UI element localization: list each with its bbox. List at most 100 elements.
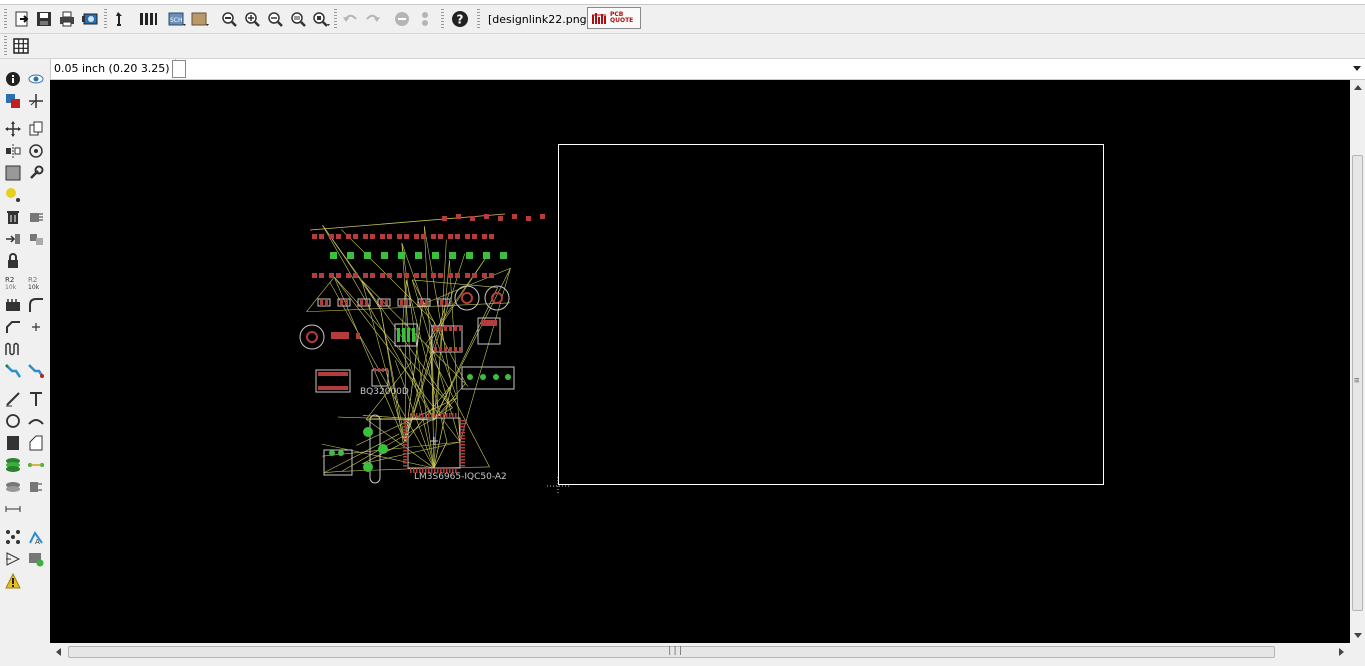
- group-icon[interactable]: [3, 163, 23, 183]
- led-pad: [449, 252, 456, 259]
- board-canvas[interactable]: LM3S6965-IQC50-A2 BQ32000D: [50, 80, 1350, 643]
- zoom-select-icon[interactable]: [310, 8, 332, 30]
- change-icon[interactable]: [26, 163, 46, 183]
- display-layers-icon[interactable]: [3, 91, 23, 111]
- ic-pad: [402, 328, 405, 342]
- ic-pad: [449, 347, 452, 352]
- undo-icon[interactable]: [339, 8, 361, 30]
- toolbar-grip[interactable]: [4, 9, 7, 29]
- scroll-up-icon[interactable]: [1354, 85, 1362, 90]
- circle-icon[interactable]: [3, 411, 23, 431]
- mcu-pin: [419, 413, 421, 418]
- via-icon[interactable]: [3, 455, 23, 475]
- ulp-icon[interactable]: [137, 8, 159, 30]
- smd-pad: [489, 234, 494, 239]
- go-icon[interactable]: [414, 8, 436, 30]
- miter-icon[interactable]: [26, 295, 46, 315]
- help-icon[interactable]: ?: [449, 8, 471, 30]
- scroll-left-icon[interactable]: [56, 648, 61, 656]
- add-icon[interactable]: [26, 207, 46, 227]
- drc-icon[interactable]: [3, 549, 23, 569]
- split-icon[interactable]: [3, 317, 23, 337]
- cam-icon[interactable]: [79, 8, 101, 30]
- print-icon[interactable]: [56, 8, 78, 30]
- smd-pad: [397, 273, 402, 278]
- script-icon[interactable]: [108, 8, 130, 30]
- signal-icon[interactable]: [26, 455, 46, 475]
- smd-pad: [512, 214, 517, 219]
- info-icon[interactable]: [3, 69, 23, 89]
- attribute-icon[interactable]: [26, 477, 46, 497]
- hole-icon[interactable]: [3, 477, 23, 497]
- erc-icon[interactable]: [26, 549, 46, 569]
- meander-icon[interactable]: [3, 339, 23, 359]
- optimize-icon[interactable]: [26, 317, 46, 337]
- capacitor-outline: [299, 324, 325, 350]
- header-pad: [363, 427, 373, 437]
- route-icon[interactable]: [3, 361, 23, 381]
- rect-icon[interactable]: [3, 433, 23, 453]
- led-pad: [432, 252, 439, 259]
- scroll-right-icon[interactable]: [1339, 648, 1344, 656]
- rotate-icon[interactable]: [26, 141, 46, 161]
- command-history-button[interactable]: [172, 60, 186, 78]
- vertical-scrollbar[interactable]: ≡: [1350, 80, 1365, 643]
- bq-label: BQ32000D: [360, 387, 409, 397]
- autorouter-icon[interactable]: A: [26, 527, 46, 547]
- arc-icon[interactable]: [26, 411, 46, 431]
- connector-pad: [318, 372, 348, 376]
- zoom-prev-icon[interactable]: [287, 8, 309, 30]
- copy-icon[interactable]: [26, 119, 46, 139]
- dimension-icon[interactable]: [3, 499, 23, 519]
- smd-pad: [470, 216, 475, 221]
- value-icon[interactable]: R2 10k: [26, 273, 46, 293]
- mcu-pin: [460, 453, 465, 455]
- zoom-out-icon[interactable]: [264, 8, 286, 30]
- smd-pad: [472, 273, 477, 278]
- vertical-scroll-thumb[interactable]: ≡: [1352, 155, 1363, 611]
- redo-icon[interactable]: [362, 8, 384, 30]
- paste-icon[interactable]: [3, 185, 23, 205]
- horizontal-scrollbar[interactable]: |||: [50, 643, 1350, 660]
- scroll-down-icon[interactable]: [1354, 633, 1362, 638]
- open-icon[interactable]: [11, 8, 33, 30]
- delete-icon[interactable]: [3, 207, 23, 227]
- command-dropdown-icon[interactable]: [1353, 66, 1361, 71]
- smash-icon[interactable]: [3, 295, 23, 315]
- smd-pad: [440, 300, 443, 305]
- smd-pad: [455, 273, 460, 278]
- save-icon[interactable]: [33, 8, 55, 30]
- toolbar-grip[interactable]: [4, 36, 7, 56]
- grid-icon[interactable]: [10, 35, 32, 57]
- zoom-fit-icon[interactable]: [218, 8, 240, 30]
- sch-icon[interactable]: SCH: [166, 8, 188, 30]
- mcu-pin: [403, 450, 408, 452]
- mark-icon[interactable]: [26, 91, 46, 111]
- polygon-icon[interactable]: [26, 433, 46, 453]
- text-icon[interactable]: [26, 389, 46, 409]
- move-icon[interactable]: [3, 119, 23, 139]
- lock-icon[interactable]: [3, 251, 23, 271]
- smd-pad: [404, 234, 409, 239]
- svg-text:SCH: SCH: [170, 17, 183, 24]
- ic-pad: [459, 326, 462, 331]
- horizontal-scroll-thumb[interactable]: |||: [68, 646, 1275, 658]
- show-icon[interactable]: [26, 69, 46, 89]
- errors-icon[interactable]: [3, 571, 23, 591]
- pinswap-icon[interactable]: [26, 229, 46, 249]
- board-icon[interactable]: [189, 8, 211, 30]
- board-outline[interactable]: [558, 144, 1104, 485]
- mirror-icon[interactable]: [3, 141, 23, 161]
- wire-icon[interactable]: [3, 389, 23, 409]
- stop-icon[interactable]: [391, 8, 413, 30]
- zoom-in-icon[interactable]: [241, 8, 263, 30]
- pcb-quote-button[interactable]: PCB QUOTE: [587, 7, 641, 29]
- name-icon[interactable]: R2 10k: [3, 273, 23, 293]
- ic-pad: [454, 326, 457, 331]
- mcu-pin: [460, 462, 465, 464]
- ratsnest-icon[interactable]: [3, 527, 23, 547]
- mcu-label: LM3S6965-IQC50-A2: [414, 472, 507, 482]
- ripup-route-icon[interactable]: [26, 361, 46, 381]
- replace-icon[interactable]: [3, 229, 23, 249]
- smd-pad: [345, 300, 348, 305]
